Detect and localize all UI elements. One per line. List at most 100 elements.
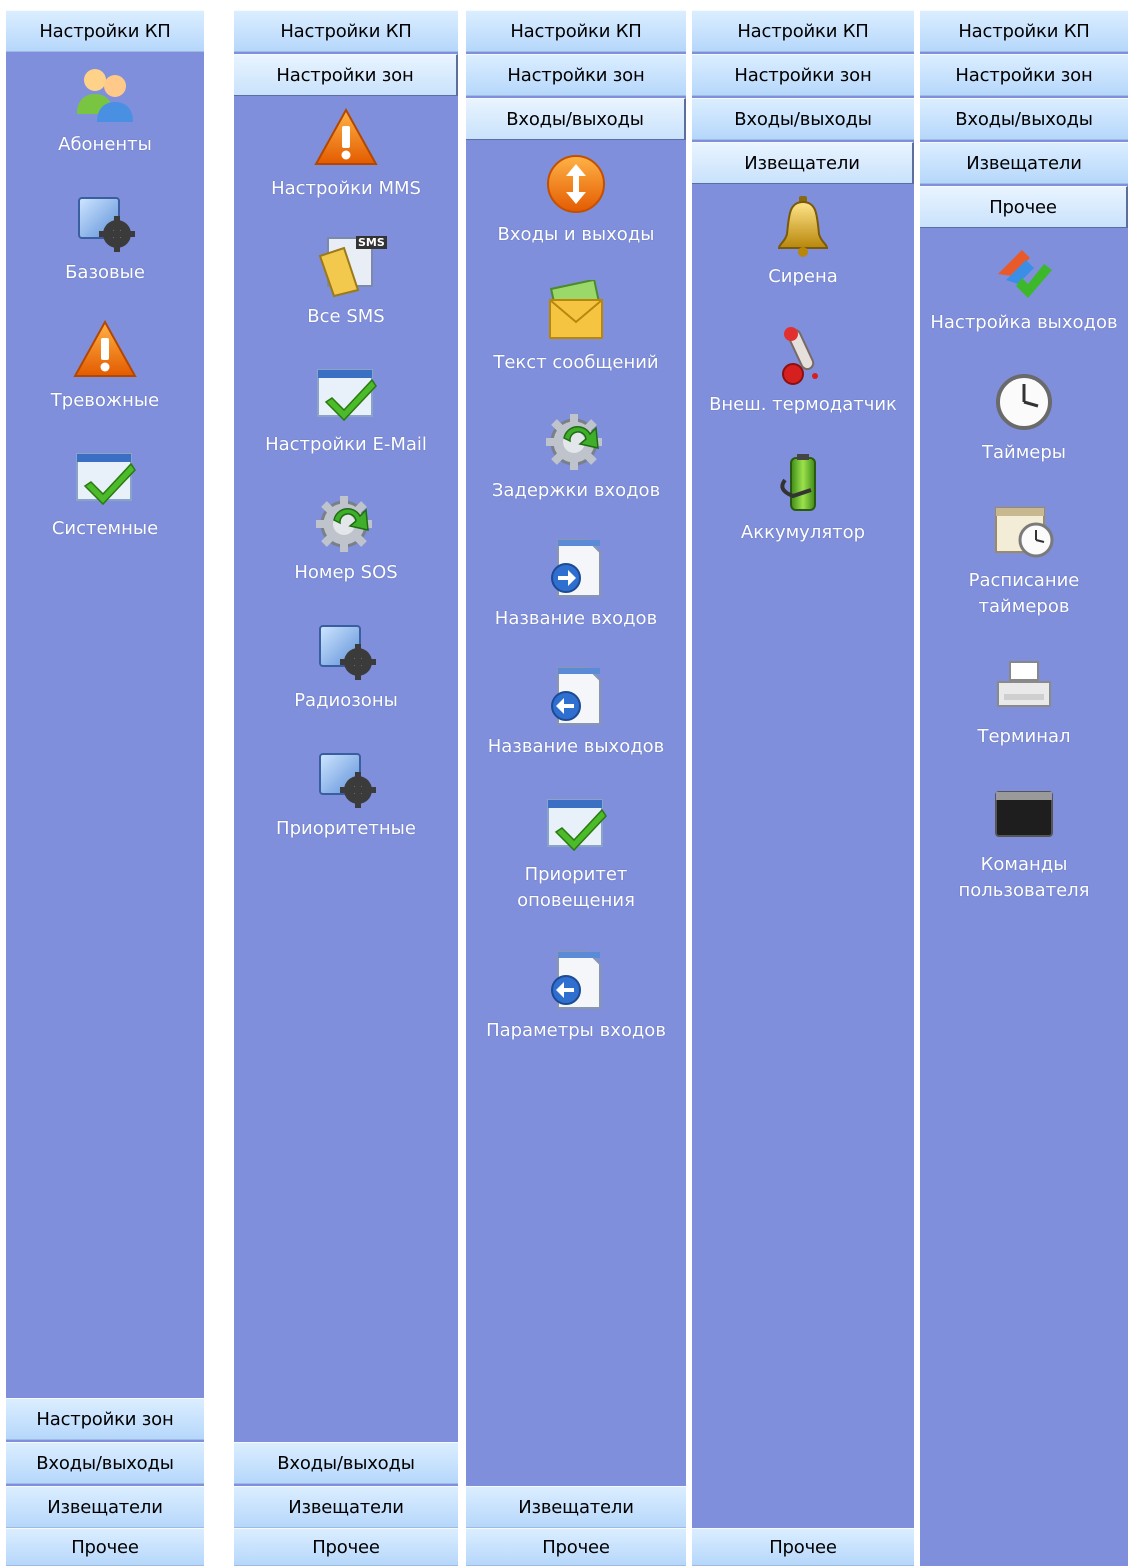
item-user-commands[interactable]: Команды пользователя (920, 782, 1128, 932)
item-input-delays[interactable]: Задержки входов (466, 408, 686, 536)
printer-icon (992, 654, 1056, 718)
warning-icon (73, 318, 137, 382)
users-icon (73, 62, 137, 126)
calendar-clock-icon (992, 498, 1056, 562)
item-label: Команды пользователя (958, 854, 1090, 901)
item-label: Радиозоны (294, 690, 398, 711)
refresh-gear-icon (544, 408, 608, 472)
item-system[interactable]: Системные (6, 446, 204, 574)
up-down-arrows-icon (544, 152, 608, 216)
panel-kp: Настройки КП Абоненты Базовые Тревожные … (6, 10, 204, 1566)
screen-gear-icon (73, 190, 137, 254)
item-label: Настройка выходов (930, 312, 1118, 333)
item-timers[interactable]: Таймеры (920, 370, 1128, 498)
header-kp[interactable]: Настройки КП (234, 10, 458, 52)
header-zones[interactable]: Настройки зон (920, 54, 1128, 96)
item-label: Абоненты (58, 134, 152, 155)
header-kp[interactable]: Настройки КП (466, 10, 686, 52)
header-detectors[interactable]: Извещатели (6, 1486, 204, 1528)
panel-detectors: Настройки КП Настройки зон Входы/выходы … (692, 10, 914, 1566)
warning-icon (314, 106, 378, 170)
panel-other: Настройки КП Настройки зон Входы/выходы … (920, 10, 1128, 1566)
item-timer-schedule[interactable]: Расписание таймеров (920, 498, 1128, 648)
header-other[interactable]: Прочее (920, 186, 1128, 228)
item-inputs-outputs[interactable]: Входы и выходы (466, 152, 686, 280)
item-subscribers[interactable]: Абоненты (6, 62, 204, 190)
item-base[interactable]: Базовые (6, 190, 204, 318)
item-label: Задержки входов (491, 480, 661, 501)
item-priority[interactable]: Приоритетные (234, 746, 458, 874)
item-output-setup[interactable]: Настройка выходов (920, 240, 1128, 368)
item-label: Аккумулятор (740, 522, 866, 543)
item-notify-priority[interactable]: Приоритет оповещения (466, 792, 686, 942)
thermometer-icon (771, 322, 835, 386)
header-io[interactable]: Входы/выходы (234, 1442, 458, 1484)
item-label: Номер SOS (294, 562, 398, 583)
item-label: Сирена (768, 266, 838, 287)
item-all-sms[interactable]: SMS Все SMS (234, 234, 458, 362)
item-label: Приоритет оповещения (517, 864, 635, 911)
item-ext-thermo[interactable]: Внеш. термодатчик (692, 322, 914, 450)
item-label: Приоритетные (276, 818, 416, 839)
item-message-text[interactable]: Текст сообщений (466, 280, 686, 408)
sms-badge: SMS (356, 236, 387, 249)
header-other[interactable]: Прочее (234, 1528, 458, 1566)
screen-gear-icon (314, 618, 378, 682)
item-email[interactable]: Настройки E-Mail (234, 362, 458, 490)
header-zones[interactable]: Настройки зон (692, 54, 914, 96)
item-alarm[interactable]: Тревожные (6, 318, 204, 446)
colorful-check-icon (992, 240, 1056, 304)
screen-gear-icon (314, 746, 378, 810)
item-sos[interactable]: Номер SOS (234, 490, 458, 618)
item-siren[interactable]: Сирена (692, 194, 914, 322)
header-other[interactable]: Прочее (6, 1528, 204, 1566)
header-detectors[interactable]: Извещатели (920, 142, 1128, 184)
item-label: Настройки E-Mail (265, 434, 427, 455)
bell-icon (771, 194, 835, 258)
header-io[interactable]: Входы/выходы (920, 98, 1128, 140)
battery-icon (771, 450, 835, 514)
item-label: Название входов (494, 608, 658, 629)
header-detectors[interactable]: Извещатели (466, 1486, 686, 1528)
console-icon (992, 782, 1056, 846)
header-io[interactable]: Входы/выходы (466, 98, 686, 140)
item-label: Параметры входов (486, 1020, 666, 1041)
header-io[interactable]: Входы/выходы (6, 1442, 204, 1484)
item-label: Системные (51, 518, 159, 539)
header-kp[interactable]: Настройки КП (6, 10, 204, 52)
item-label: Тревожные (50, 390, 160, 411)
header-other[interactable]: Прочее (466, 1528, 686, 1566)
item-label: Входы и выходы (497, 224, 655, 245)
refresh-gear-icon (314, 490, 378, 554)
header-detectors[interactable]: Извещатели (692, 142, 914, 184)
item-output-names[interactable]: Название выходов (466, 664, 686, 792)
checkmark-window-icon (544, 792, 608, 856)
header-zones[interactable]: Настройки зон (6, 1398, 204, 1440)
item-label: Название выходов (487, 736, 665, 757)
item-input-params[interactable]: Параметры входов (466, 948, 686, 1076)
document-arrow-left-icon (544, 664, 608, 728)
item-input-names[interactable]: Название входов (466, 536, 686, 664)
header-zones[interactable]: Настройки зон (466, 54, 686, 96)
item-label: Текст сообщений (493, 352, 659, 373)
item-terminal[interactable]: Терминал (920, 654, 1128, 782)
document-arrow-left-icon (544, 948, 608, 1012)
item-label: Все SMS (307, 306, 385, 327)
item-radio-zones[interactable]: Радиозоны (234, 618, 458, 746)
document-arrow-right-icon (544, 536, 608, 600)
panel-io: Настройки КП Настройки зон Входы/выходы … (466, 10, 686, 1566)
clock-icon (992, 370, 1056, 434)
item-battery[interactable]: Аккумулятор (692, 450, 914, 578)
header-other[interactable]: Прочее (692, 1528, 914, 1566)
header-detectors[interactable]: Извещатели (234, 1486, 458, 1528)
header-kp[interactable]: Настройки КП (692, 10, 914, 52)
item-label: Настройки MMS (271, 178, 421, 199)
item-label: Расписание таймеров (968, 570, 1080, 617)
item-mms[interactable]: Настройки MMS (234, 106, 458, 234)
header-zones[interactable]: Настройки зон (234, 54, 458, 96)
header-kp[interactable]: Настройки КП (920, 10, 1128, 52)
checkmark-window-icon (314, 362, 378, 426)
header-io[interactable]: Входы/выходы (692, 98, 914, 140)
checkmark-window-icon (73, 446, 137, 510)
item-label: Базовые (65, 262, 145, 283)
